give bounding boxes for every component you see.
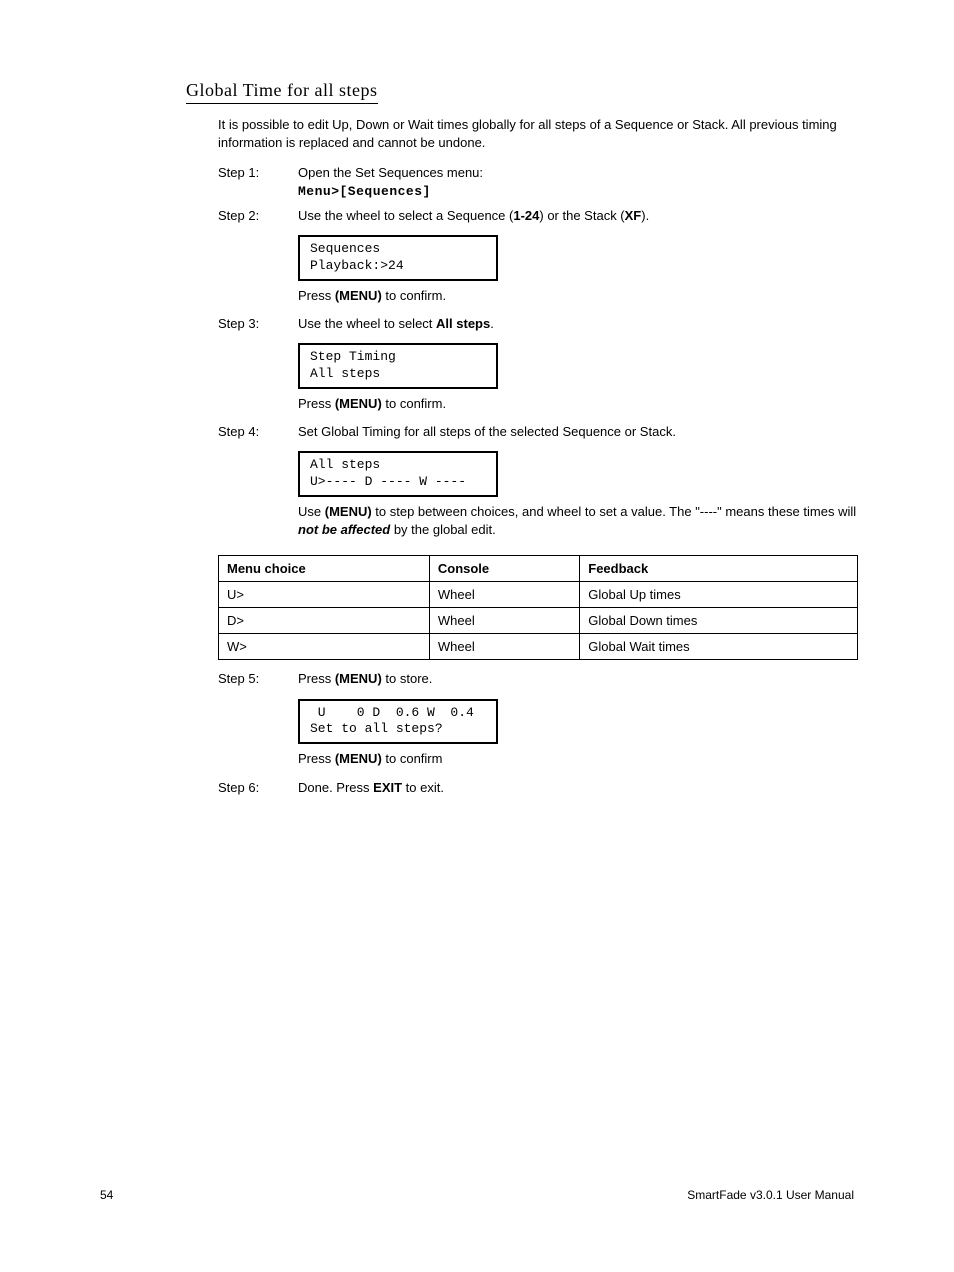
step-6: Step 6: Done. Press EXIT to exit. <box>218 779 854 797</box>
table-cell: Wheel <box>429 634 579 660</box>
lcd-line1: U 0 D 0.6 W 0.4 <box>310 705 486 722</box>
confirm-note: Press (MENU) to confirm <box>298 750 854 768</box>
lcd-display: All steps U>---- D ---- W ---- <box>298 451 498 497</box>
lcd-line1: Sequences <box>310 241 486 258</box>
step-text: Use the wheel to select All steps. <box>298 315 854 333</box>
lcd-line2: U>---- D ---- W ---- <box>310 474 486 491</box>
table-header-row: Menu choice Console Feedback <box>219 556 858 582</box>
table-cell: Wheel <box>429 582 579 608</box>
table-cell: W> <box>219 634 430 660</box>
step-label: Step 3: <box>218 315 298 417</box>
menu-path: Menu>[Sequences] <box>298 183 854 201</box>
page-number: 54 <box>100 1188 113 1202</box>
step-text: Done. Press EXIT to exit. <box>298 779 854 797</box>
step-5: Step 5: Press (MENU) to store. U 0 D 0.6… <box>218 670 854 772</box>
step-note: Use (MENU) to step between choices, and … <box>298 503 858 539</box>
step-label: Step 2: <box>218 207 298 309</box>
table-header: Feedback <box>580 556 858 582</box>
step-label: Step 6: <box>218 779 298 797</box>
lcd-display: U 0 D 0.6 W 0.4 Set to all steps? <box>298 699 498 745</box>
table-header: Menu choice <box>219 556 430 582</box>
step-text: Press (MENU) to store. <box>298 670 854 688</box>
page-footer: 54 SmartFade v3.0.1 User Manual <box>100 1188 854 1202</box>
intro-paragraph: It is possible to edit Up, Down or Wait … <box>218 116 854 152</box>
table-row: W> Wheel Global Wait times <box>219 634 858 660</box>
table-cell: Global Up times <box>580 582 858 608</box>
step-label: Step 1: <box>218 164 298 200</box>
section-title: Global Time for all steps <box>186 80 378 104</box>
step-text: Set Global Timing for all steps of the s… <box>298 423 858 441</box>
lcd-display: Step Timing All steps <box>298 343 498 389</box>
manual-title: SmartFade v3.0.1 User Manual <box>687 1188 854 1202</box>
step-text: Open the Set Sequences menu: <box>298 164 854 182</box>
confirm-note: Press (MENU) to confirm. <box>298 395 854 413</box>
table-cell: U> <box>219 582 430 608</box>
table-cell: Global Down times <box>580 608 858 634</box>
step-2: Step 2: Use the wheel to select a Sequen… <box>218 207 854 309</box>
step-3: Step 3: Use the wheel to select All step… <box>218 315 854 417</box>
lcd-line2: Playback:>24 <box>310 258 486 275</box>
step-label: Step 5: <box>218 670 298 772</box>
step-1: Step 1: Open the Set Sequences menu: Men… <box>218 164 854 200</box>
step-text: Use the wheel to select a Sequence (1-24… <box>298 207 854 225</box>
table-row: D> Wheel Global Down times <box>219 608 858 634</box>
confirm-note: Press (MENU) to confirm. <box>298 287 854 305</box>
table-header: Console <box>429 556 579 582</box>
table-row: U> Wheel Global Up times <box>219 582 858 608</box>
lcd-line1: All steps <box>310 457 486 474</box>
step-label: Step 4: <box>218 423 298 543</box>
lcd-line2: All steps <box>310 366 486 383</box>
step-4: Step 4: Set Global Timing for all steps … <box>218 423 854 543</box>
table-cell: Global Wait times <box>580 634 858 660</box>
table-cell: Wheel <box>429 608 579 634</box>
lcd-line1: Step Timing <box>310 349 486 366</box>
table-cell: D> <box>219 608 430 634</box>
lcd-line2: Set to all steps? <box>310 721 486 738</box>
lcd-display: Sequences Playback:>24 <box>298 235 498 281</box>
menu-choice-table: Menu choice Console Feedback U> Wheel Gl… <box>218 555 858 660</box>
